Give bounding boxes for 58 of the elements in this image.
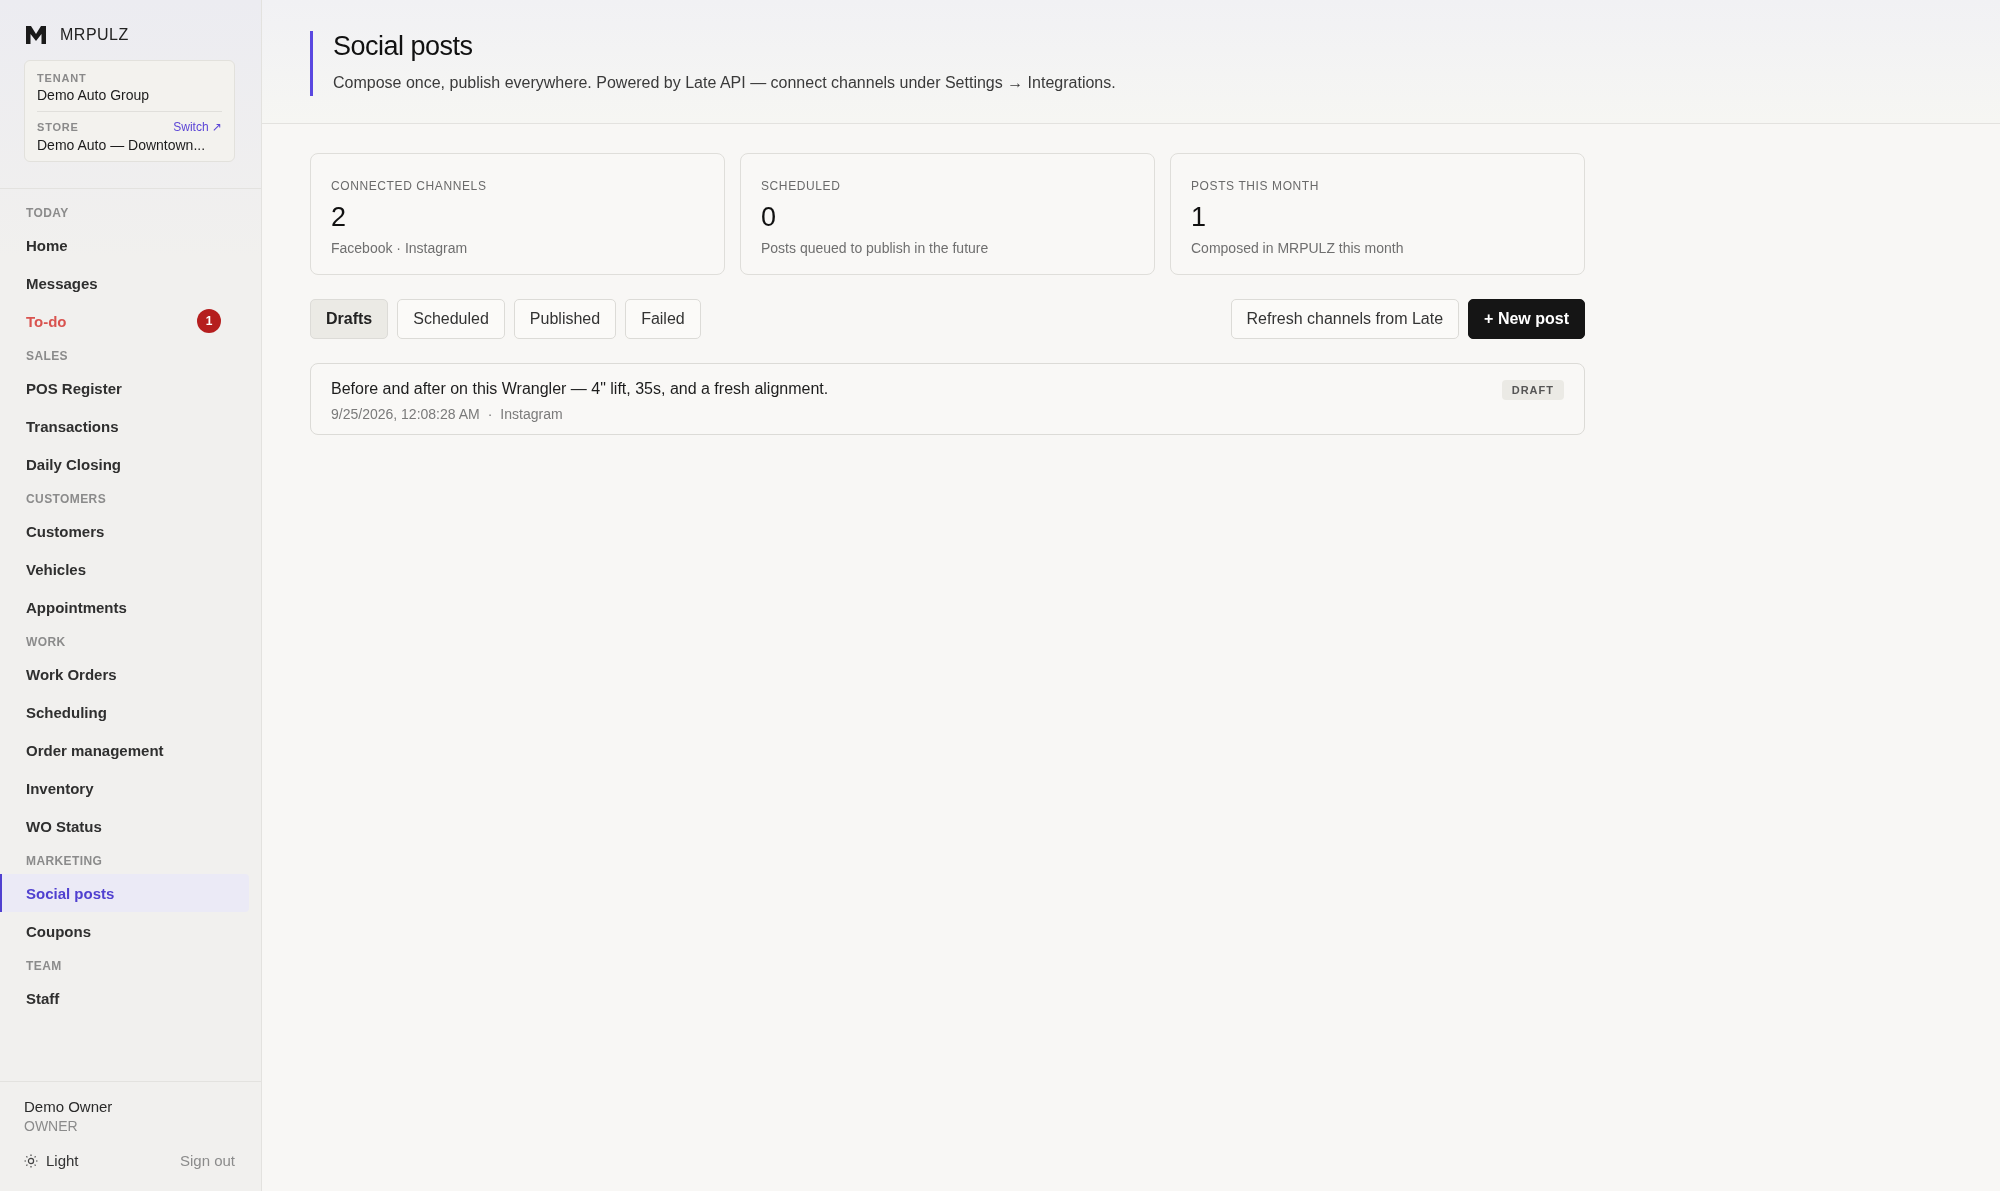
stat-label: CONNECTED CHANNELS [331,179,488,193]
sidebar-item[interactable]: Customers [0,512,249,550]
filter-tab[interactable]: Published [513,299,617,339]
store-label: STORE [37,121,79,133]
refresh-button[interactable]: Refresh channels from Late [1230,299,1460,339]
sidebar-item[interactable]: Staff [0,979,249,1017]
sidebar-item[interactable]: Order management [0,731,249,769]
stat-value: 1 [1191,202,1208,233]
stat-label: POSTS THIS MONTH [1191,179,1321,193]
stat-note: Composed in MRPULZ this month [1191,240,1405,256]
user-role: OWNER [24,1118,79,1134]
switch-link[interactable]: Switch ↗ [173,120,222,134]
logo-icon [26,26,46,44]
section-heading: WORK [25,635,67,649]
stat-label: SCHEDULED [761,179,842,193]
sidebar-item[interactable]: Scheduling [0,693,249,731]
filter-tab[interactable]: Failed [625,299,701,339]
sidebar-item[interactable]: WO Status [0,807,249,845]
sidebar-item[interactable]: Daily Closing [0,445,249,483]
sidebar-item[interactable]: Appointments [0,588,249,626]
filter-tab[interactable]: Scheduled [397,299,505,339]
section-heading: MARKETING [25,854,104,868]
sidebar-item[interactable]: Transactions [0,407,249,445]
stat-value: 0 [761,202,778,233]
section-heading: TODAY [25,206,70,220]
sidebar-item[interactable]: Home [0,226,249,264]
user-name: Demo Owner [24,1098,114,1115]
stat-note: Facebook · Instagram [331,240,469,256]
meta-separator: · [487,406,493,422]
filter-tab[interactable]: Drafts [310,299,389,339]
count-badge: 1 [197,309,221,333]
post-card[interactable]: Before and after on this Wrangler — 4" lift, 35s, and a fresh alignment. 9/25/2026, 12:08:28 AM · Instagram DRAFT [310,363,1585,435]
sidebar-item[interactable]: To-do 1 [0,302,249,340]
stat-note: Posts queued to publish in the future [761,240,990,256]
sidebar-item[interactable]: Inventory [0,769,249,807]
stat-value: 2 [331,202,348,233]
post-channel: Instagram [500,406,563,422]
section-heading: SALES [25,349,69,363]
sidebar-item[interactable]: Coupons [0,912,249,950]
sun-icon [24,1153,38,1168]
page-title: Social posts [333,31,474,62]
post-text: Before and after on this Wrangler — 4" lift, 35s, and a fresh alignment. [331,380,829,398]
sidebar-item[interactable]: Messages [0,264,249,302]
status-badge: DRAFT [1501,380,1564,400]
sidebar-item[interactable]: Work Orders [0,655,249,693]
sidebar-item[interactable]: Social posts [0,874,249,912]
section-heading: TEAM [25,959,63,973]
sidebar-item[interactable]: Vehicles [0,550,249,588]
sidebar-item[interactable]: POS Register [0,369,249,407]
store-name: Demo Auto — Downtown... [37,137,207,153]
page-subtitle: Compose once, publish everywhere. Powered by Late API — connect channels under Settings → Integrations. [333,74,1117,92]
section-heading: CUSTOMERS [25,492,108,506]
theme-toggle[interactable]: Light [24,1152,79,1169]
new-post-button[interactable]: + New post [1468,299,1585,339]
brand-name: MRPULZ [60,26,129,44]
tenant-name: Demo Auto Group [37,87,151,103]
tenant-label: TENANT [37,72,88,84]
post-date: 9/25/2026, 12:08:28 AM [331,406,480,422]
